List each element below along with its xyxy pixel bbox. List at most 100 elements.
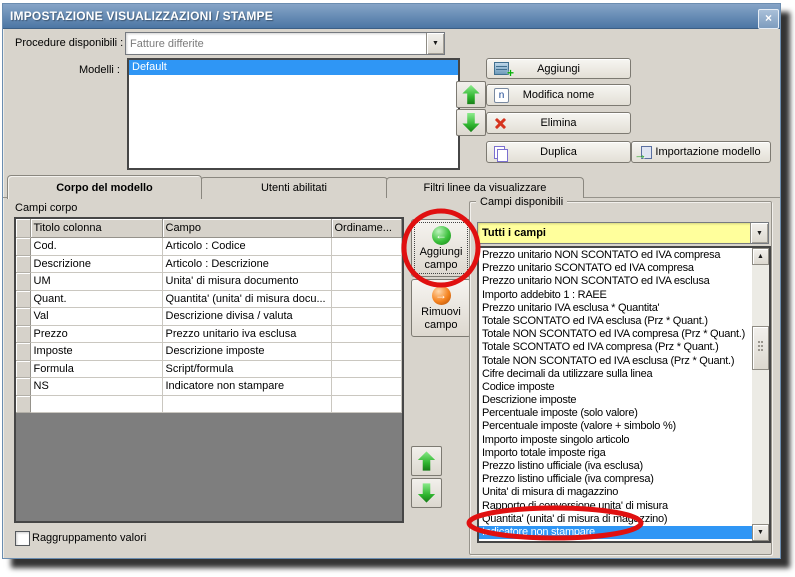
- available-field-item[interactable]: Importo imposte singolo articolo: [479, 434, 752, 447]
- column-header[interactable]: Campo: [162, 219, 332, 238]
- available-field-item[interactable]: Unita' di misura di magazzino: [479, 486, 752, 499]
- row-selector[interactable]: [16, 377, 31, 396]
- add-field-button[interactable]: ← Aggiungi campo: [411, 219, 471, 277]
- duplicate-icon: [494, 145, 508, 162]
- close-button[interactable]: ×: [758, 9, 779, 29]
- procedures-combobox[interactable]: Fatture differite ▼: [125, 32, 445, 55]
- table-row[interactable]: Descrizione Articolo : Descrizione: [16, 255, 402, 273]
- available-field-item[interactable]: Prezzo unitario SCONTATO ed IVA compresa: [479, 262, 752, 275]
- row-selector[interactable]: [16, 325, 31, 343]
- green-arrow-up-icon: [462, 84, 480, 105]
- model-move-up-button[interactable]: [456, 81, 486, 108]
- triangle-up-icon: ▲: [757, 253, 764, 260]
- table-row[interactable]: Val Descrizione divisa / valuta: [16, 307, 402, 326]
- green-arrow-up-icon: [417, 451, 436, 471]
- available-field-item[interactable]: Rapporto di conversione unita' di misura: [479, 500, 752, 513]
- models-label: Modelli :: [79, 64, 120, 76]
- available-field-item[interactable]: Totale NON SCONTATO ed IVA compresa (Prz…: [479, 328, 752, 341]
- available-field-item[interactable]: Quantita' (unita' di misura di magazzino…: [479, 513, 752, 526]
- row-selector[interactable]: [16, 290, 31, 308]
- model-move-down-button[interactable]: [456, 109, 486, 136]
- available-field-item[interactable]: Prezzo listino ufficiale (iva compresa): [479, 473, 752, 486]
- available-field-item[interactable]: Cifre decimali da utilizzare sulla linea: [479, 368, 752, 381]
- campi-corpo-table: Titolo colonna Campo Ordiname... Cod. Artic…: [14, 217, 404, 523]
- scrollbar[interactable]: ▲ ▼: [752, 248, 769, 541]
- table-cell: Quantita' (unita' di misura docu...: [162, 290, 332, 308]
- table-cell: Articolo : Descrizione: [162, 255, 332, 273]
- import-model-button[interactable]: → Importazione modello: [631, 141, 771, 163]
- table-row[interactable]: Prezzo Prezzo unitario iva esclusa: [16, 325, 402, 343]
- field-filter-dropdown-button[interactable]: ▼: [750, 223, 768, 243]
- table-cell: Quant.: [30, 290, 163, 308]
- field-filter-combobox[interactable]: Tutti i campi ▼: [477, 222, 769, 244]
- available-field-item[interactable]: Totale SCONTATO ed IVA compresa (Prz * Q…: [479, 341, 752, 354]
- table-cell: Prezzo: [30, 325, 163, 343]
- rename-model-button[interactable]: n Modifica nome: [486, 84, 631, 106]
- import-label: Importazione modello: [655, 146, 761, 158]
- triangle-down-icon: ▼: [757, 529, 764, 536]
- row-selector[interactable]: [16, 237, 31, 256]
- procedures-dropdown-button[interactable]: ▼: [426, 33, 444, 54]
- available-field-item[interactable]: Importo totale imposte riga: [479, 447, 752, 460]
- models-listbox[interactable]: Default: [127, 58, 460, 170]
- table-row[interactable]: [16, 395, 402, 413]
- delete-model-button[interactable]: Elimina: [486, 112, 631, 134]
- delete-label: Elimina: [540, 117, 577, 129]
- field-move-up-button[interactable]: [411, 446, 442, 476]
- row-selector[interactable]: [16, 272, 31, 291]
- grouping-checkbox-label: Raggruppamento valori: [32, 532, 147, 544]
- tab-filtri-linee-da-visualizzare[interactable]: Filtri linee da visualizzare: [386, 177, 584, 198]
- scroll-up-button[interactable]: ▲: [752, 248, 769, 265]
- table-cell: Script/formula: [162, 360, 332, 378]
- remove-field-button[interactable]: → Rimuovi campo: [411, 279, 471, 337]
- row-selector[interactable]: [16, 360, 31, 378]
- row-selector[interactable]: [16, 307, 31, 326]
- available-field-item[interactable]: Percentuale imposte (solo valore): [479, 407, 752, 420]
- table-row[interactable]: Formula Script/formula: [16, 360, 402, 378]
- available-field-item[interactable]: Prezzo listino ufficiale (iva esclusa): [479, 460, 752, 473]
- scroll-down-button[interactable]: ▼: [752, 524, 769, 541]
- column-header[interactable]: Ordiname...: [331, 219, 402, 238]
- row-selector[interactable]: [16, 342, 31, 361]
- table-cell: [30, 395, 163, 413]
- grouping-checkbox[interactable]: [15, 531, 30, 546]
- chevron-down-icon: ▼: [756, 229, 763, 237]
- table-cell: Val: [30, 307, 163, 326]
- add-field-label-2: campo: [424, 258, 458, 271]
- table-row[interactable]: UM Unita' di misura documento: [16, 272, 402, 291]
- row-selector-header: [16, 219, 31, 238]
- duplicate-model-button[interactable]: Duplica: [486, 141, 631, 163]
- available-field-item[interactable]: Codice imposte: [479, 381, 752, 394]
- close-icon: ×: [764, 11, 772, 25]
- available-field-item[interactable]: Descrizione imposte: [479, 394, 752, 407]
- column-header[interactable]: Titolo colonna: [30, 219, 163, 238]
- available-field-item[interactable]: Prezzo unitario IVA esclusa * Quantita': [479, 302, 752, 315]
- dialog-impostazione-visualizzazioni: IMPOSTAZIONE VISUALIZZAZIONI / STAMPE × …: [2, 3, 781, 559]
- scrollbar-thumb[interactable]: [752, 326, 769, 370]
- available-field-item[interactable]: Percentuale imposte (valore + simbolo %): [479, 420, 752, 433]
- table-cell: Indicatore non stampare: [162, 377, 332, 396]
- screen: IMPOSTAZIONE VISUALIZZAZIONI / STAMPE × …: [0, 0, 795, 577]
- table-row[interactable]: Quant. Quantita' (unita' di misura docu..…: [16, 290, 402, 308]
- row-selector[interactable]: [16, 395, 31, 413]
- tab-corpo-del-modello[interactable]: Corpo del modello: [7, 175, 202, 199]
- field-move-down-button[interactable]: [411, 478, 442, 508]
- available-field-item[interactable]: Indicatore non stampare: [479, 525, 752, 540]
- green-arrow-down-icon: [462, 112, 480, 133]
- available-field-item[interactable]: Prezzo unitario NON SCONTATO ed IVA comp…: [479, 249, 752, 262]
- table-cell: [331, 255, 402, 273]
- table-row[interactable]: Imposte Descrizione imposte: [16, 342, 402, 361]
- add-field-label-1: Aggiungi: [419, 245, 463, 258]
- available-field-item[interactable]: Prezzo unitario NON SCONTATO ed IVA escl…: [479, 275, 752, 288]
- available-field-item[interactable]: Totale NON SCONTATO ed IVA esclusa (Prz …: [479, 355, 752, 368]
- add-model-button[interactable]: + Aggiungi: [486, 58, 631, 80]
- available-field-item[interactable]: Importo addebito 1 : RAEE: [479, 289, 752, 302]
- row-selector[interactable]: [16, 255, 31, 273]
- table-cell: Imposte: [30, 342, 163, 361]
- model-item[interactable]: Default: [129, 60, 458, 75]
- tab-utenti-abilitati[interactable]: Utenti abilitati: [200, 177, 388, 198]
- available-field-item[interactable]: Totale SCONTATO ed IVA esclusa (Prz * Qu…: [479, 315, 752, 328]
- add-field-arrow-icon: ←: [431, 225, 451, 245]
- table-row[interactable]: NS Indicatore non stampare: [16, 377, 402, 396]
- table-row[interactable]: Cod. Articolo : Codice: [16, 237, 402, 256]
